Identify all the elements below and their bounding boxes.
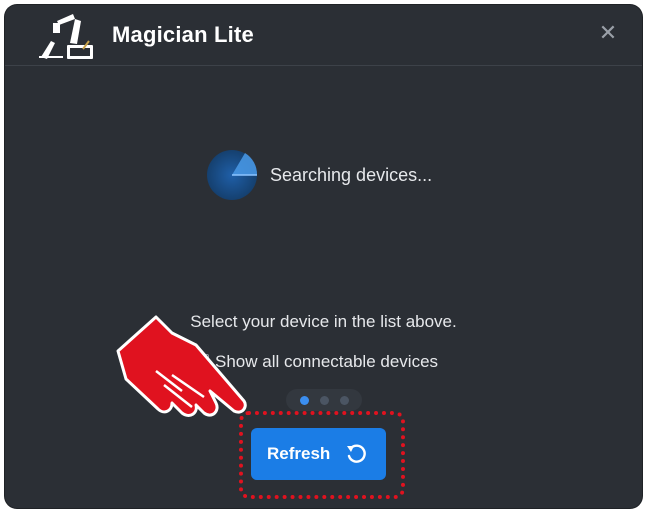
pager-dot-3[interactable] bbox=[340, 396, 349, 405]
pager-dot-1[interactable] bbox=[300, 396, 309, 405]
pager-dot-2[interactable] bbox=[320, 396, 329, 405]
search-status: Searching devices... bbox=[205, 148, 465, 204]
refresh-highlight-box bbox=[239, 411, 405, 499]
close-icon[interactable]: ✕ bbox=[596, 21, 620, 45]
title-bar: Magician Lite ✕ bbox=[5, 5, 642, 66]
pager bbox=[286, 389, 362, 411]
robot-arm-logo-icon bbox=[39, 14, 93, 59]
searching-text: Searching devices... bbox=[270, 165, 433, 185]
window-title: Magician Lite bbox=[112, 22, 254, 47]
pointing-hand-icon bbox=[116, 315, 247, 417]
radar-spinner-icon bbox=[207, 150, 258, 200]
select-device-hint: Select your device in the list above. bbox=[190, 312, 457, 331]
